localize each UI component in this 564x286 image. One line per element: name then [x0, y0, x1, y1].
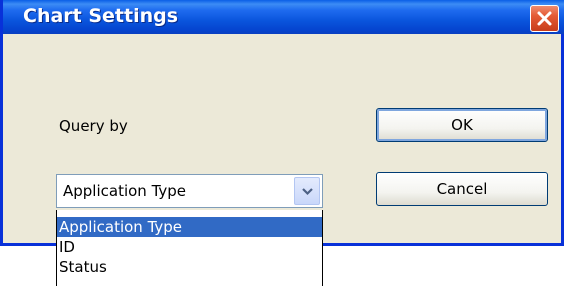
cancel-button[interactable]: Cancel — [376, 172, 548, 206]
dropdown-toggle[interactable] — [294, 177, 320, 205]
option-status[interactable]: Status — [57, 257, 322, 277]
query-by-select[interactable]: Application Type — [56, 174, 323, 208]
option-id[interactable]: ID — [57, 237, 322, 257]
query-by-label: Query by — [59, 117, 128, 135]
close-icon — [537, 11, 552, 26]
option-application-type[interactable]: Application Type — [57, 217, 322, 237]
close-button[interactable] — [530, 5, 559, 32]
query-by-selected-value: Application Type — [63, 182, 187, 200]
dialog-title: Chart Settings — [23, 5, 179, 27]
ok-button[interactable]: OK — [376, 108, 548, 142]
title-bar[interactable]: Chart Settings — [3, 0, 564, 34]
query-by-options-list: Application Type ID Status — [56, 210, 323, 286]
chevron-down-icon — [302, 188, 313, 196]
